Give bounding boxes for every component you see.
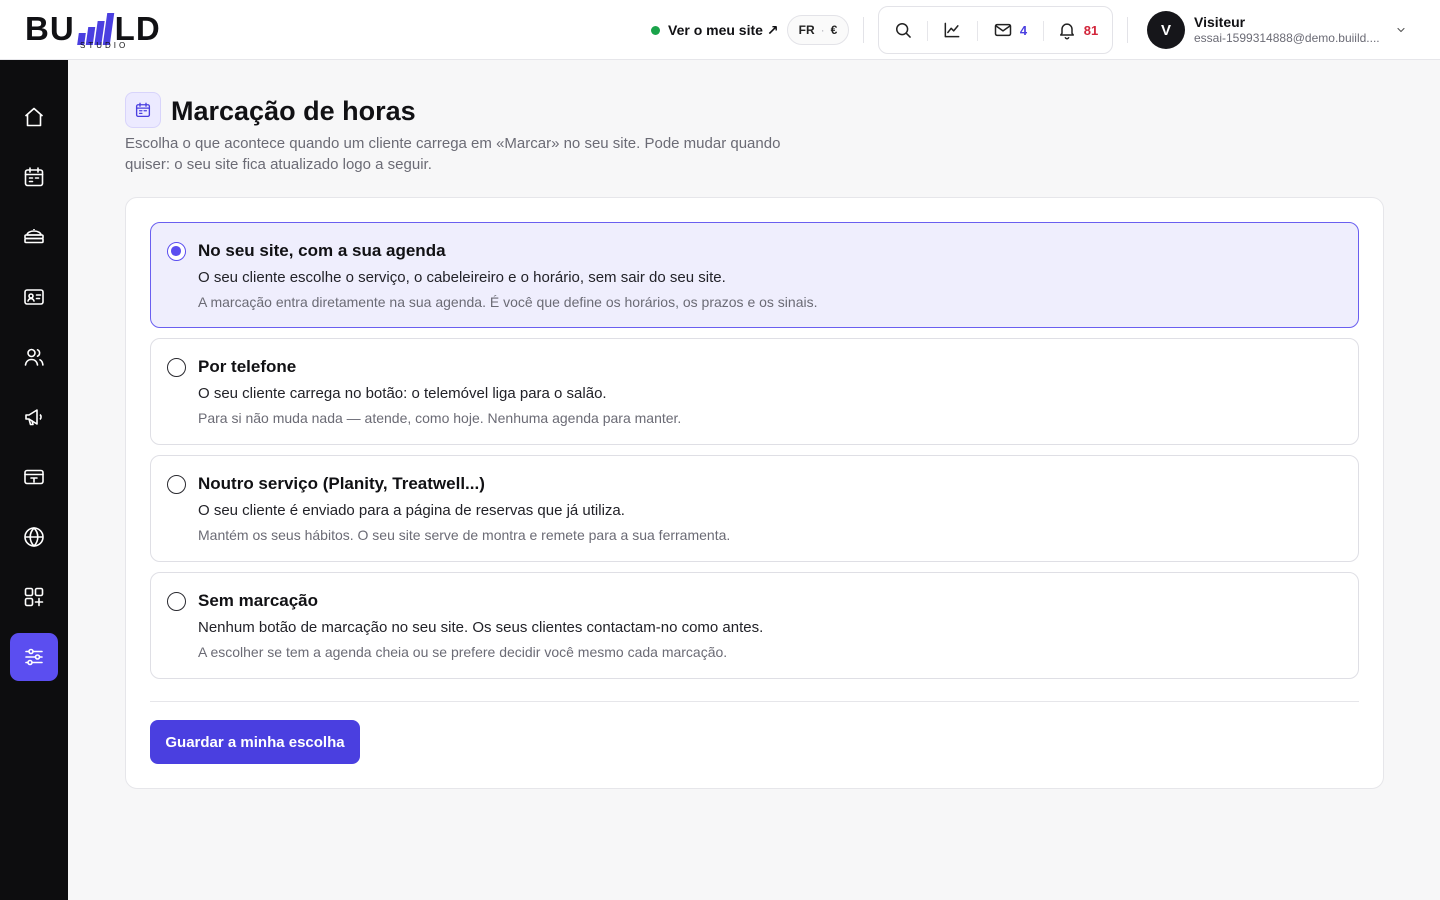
mail-icon [994, 23, 1012, 37]
view-site-label: Ver o meu site ↗ [668, 21, 779, 38]
sidebar-item-contacts[interactable] [10, 273, 58, 321]
page-title: Marcação de horas [171, 96, 416, 126]
messages-count: 4 [1019, 22, 1028, 38]
chart-icon [944, 22, 960, 38]
header-divider [863, 17, 864, 43]
sidebar-item-apps[interactable] [10, 573, 58, 621]
booking-option-phone[interactable]: Por telefone O seu cliente carrega no bo… [150, 338, 1359, 445]
logo-subtitle: STUDIO [80, 41, 129, 50]
search-button[interactable] [879, 7, 927, 53]
online-status-dot [651, 25, 660, 35]
booking-option-external[interactable]: Noutro serviço (Planity, Treatwell...) O… [150, 455, 1359, 562]
card-divider [150, 701, 1359, 702]
option-note: A marcação entra diretamente na sua agen… [198, 294, 818, 310]
payment-card-icon [24, 469, 44, 485]
megaphone-icon [25, 409, 42, 426]
settings-sliders-icon [25, 648, 43, 666]
option-note: Para si não muda nada — atende, como hoj… [198, 410, 682, 426]
option-description: O seu cliente carrega no botão: o telemó… [198, 385, 607, 402]
logo-text-left: BU [25, 10, 75, 47]
sidebar-item-payments[interactable] [10, 453, 58, 501]
radio-button[interactable] [167, 475, 186, 494]
users-icon [24, 348, 44, 366]
option-note: Mantém os seus hábitos. O seu site serve… [198, 527, 731, 543]
view-site-link[interactable]: Ver o meu site ↗ [651, 20, 779, 40]
home-icon [24, 107, 44, 127]
option-title: Sem marcação [198, 591, 319, 610]
header-divider [1127, 17, 1128, 43]
sidebar-item-settings[interactable] [10, 633, 58, 681]
booking-options-card: No seu site, com a sua agenda O seu clie… [125, 197, 1384, 789]
radio-button[interactable] [167, 358, 186, 377]
locale-separator: · [820, 23, 825, 37]
top-bar: BU LD STUDIO Ver o meu site ↗ FR · € 4 8… [0, 0, 1440, 60]
sidebar [0, 60, 68, 900]
contact-card-icon [24, 289, 44, 305]
sidebar-item-website[interactable] [10, 513, 58, 561]
option-title: No seu site, com a sua agenda [198, 241, 446, 260]
globe-icon [24, 526, 44, 548]
page-icon [125, 92, 161, 128]
radio-button[interactable] [167, 592, 186, 611]
sidebar-item-services[interactable] [10, 213, 58, 261]
sidebar-item-home[interactable] [10, 93, 58, 141]
radio-button[interactable] [167, 242, 186, 261]
option-title: Noutro serviço (Planity, Treatwell...) [198, 474, 485, 493]
notifications-count: 81 [1083, 22, 1099, 38]
apps-add-icon [24, 587, 44, 607]
sidebar-item-clients[interactable] [10, 333, 58, 381]
currency-symbol: € [830, 23, 838, 37]
service-tray-icon [24, 229, 44, 244]
user-info: Visiteur essai-1599314888@demo.buiild...… [1194, 14, 1389, 46]
option-description: O seu cliente é enviado para a página de… [198, 502, 625, 519]
analytics-button[interactable] [927, 7, 977, 53]
calendar-icon [24, 167, 44, 187]
option-title: Por telefone [198, 357, 297, 376]
messages-button[interactable]: 4 [977, 7, 1043, 53]
build-studio-logo[interactable]: BU LD STUDIO [25, 9, 185, 53]
sidebar-item-marketing[interactable] [10, 393, 58, 441]
calendar-icon [135, 102, 151, 118]
user-menu[interactable]: V Visiteur essai-1599314888@demo.buiild.… [1147, 10, 1412, 50]
booking-option-online[interactable]: No seu site, com a sua agenda O seu clie… [150, 222, 1359, 328]
sidebar-item-calendar[interactable] [10, 153, 58, 201]
save-button[interactable]: Guardar a minha escolha [150, 720, 360, 764]
chevron-down-icon [1397, 27, 1405, 33]
page-description: Escolha o que acontece quando um cliente… [125, 135, 781, 173]
avatar: V [1147, 11, 1185, 49]
notifications-button[interactable]: 81 [1043, 7, 1112, 53]
option-description: Nenhum botão de marcação no seu site. Os… [198, 619, 764, 636]
language-code: FR [798, 23, 815, 37]
user-name: Visiteur [1194, 14, 1246, 30]
option-description: O seu cliente escolhe o serviço, o cabel… [198, 269, 726, 286]
locale-currency-selector[interactable]: FR · € [787, 15, 849, 45]
booking-option-none[interactable]: Sem marcação Nenhum botão de marcação no… [150, 572, 1359, 679]
header-tools: 4 81 [878, 6, 1113, 54]
option-note: A escolher se tem a agenda cheia ou se p… [198, 644, 728, 660]
search-icon [896, 23, 911, 38]
user-email: essai-1599314888@demo.buiild.... [1194, 31, 1380, 45]
bell-icon [1059, 23, 1074, 40]
